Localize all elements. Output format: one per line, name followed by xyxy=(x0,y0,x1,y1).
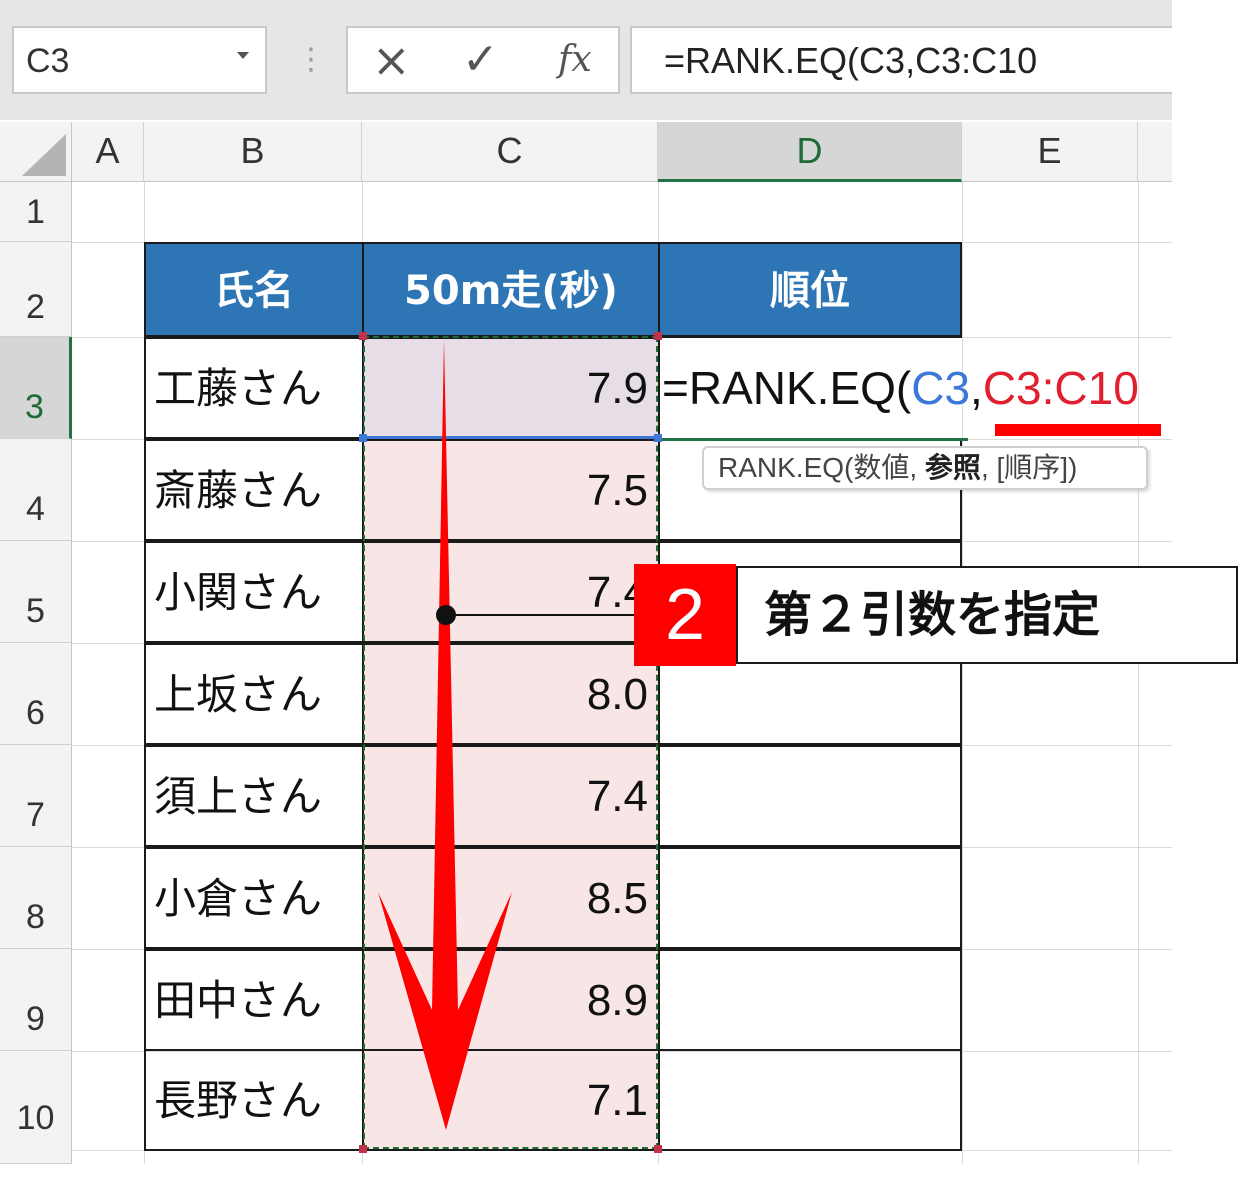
down-arrow-icon xyxy=(378,340,512,1130)
step-number-badge: 2 xyxy=(634,564,736,666)
step-callout-text: 第２引数を指定 xyxy=(736,566,1238,664)
leader-dot xyxy=(436,605,456,625)
